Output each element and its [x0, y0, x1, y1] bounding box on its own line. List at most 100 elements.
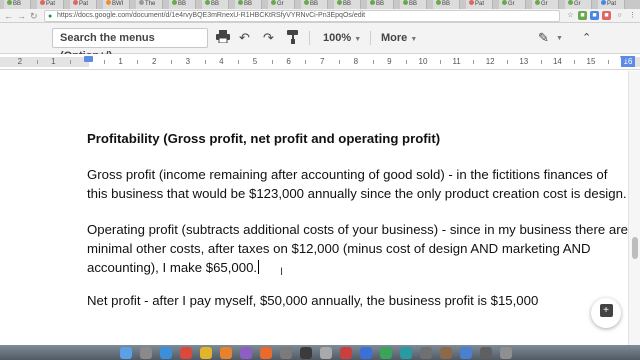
ruler-number: 4: [219, 57, 224, 66]
app-purple-icon[interactable]: [240, 347, 252, 359]
browser-tab[interactable]: BB: [235, 0, 262, 9]
app-orange-icon[interactable]: [220, 347, 232, 359]
finder-icon[interactable]: [120, 347, 132, 359]
browser-tab[interactable]: BB: [169, 0, 196, 9]
app-gray2-icon[interactable]: [420, 347, 432, 359]
more-button[interactable]: More ▼: [381, 30, 417, 48]
bookmark-star-icon[interactable]: ☆: [566, 11, 575, 20]
undo-icon[interactable]: ↶: [239, 30, 250, 46]
browser-tab[interactable]: Gr: [532, 0, 559, 9]
tab-label: The: [145, 1, 156, 7]
paint-format-icon[interactable]: [287, 30, 299, 48]
app-gray3-icon[interactable]: [480, 347, 492, 359]
tab-favicon-icon: [106, 0, 111, 5]
tab-favicon-icon: [139, 0, 144, 5]
more-label: More: [381, 32, 408, 44]
ruler-number: 3: [185, 57, 191, 66]
browser-tab[interactable]: Gr: [268, 0, 295, 9]
extension-icon[interactable]: ■: [590, 11, 599, 20]
chevron-down-icon: ▼: [354, 36, 362, 43]
app-green-icon[interactable]: [380, 347, 392, 359]
ruler-tick: [507, 60, 508, 64]
browser-tab[interactable]: BB: [202, 0, 229, 9]
ruler-tick: [137, 60, 139, 64]
explore-button[interactable]: +: [591, 298, 621, 328]
chevron-down-icon[interactable]: ▼: [556, 35, 563, 42]
tab-favicon-icon: [7, 0, 12, 5]
app-red-icon[interactable]: [340, 347, 352, 359]
ruler-tick: [473, 60, 475, 64]
browser-tab[interactable]: BB: [301, 0, 328, 9]
toolbar-divider: [309, 31, 310, 45]
app-blue2-icon[interactable]: [460, 347, 472, 359]
ruler: 2 1 1 2 3 4 5 6 7 8 9 10 11 12 13 14 15 16: [0, 54, 640, 70]
extension-icon[interactable]: ○: [615, 11, 624, 20]
app-yellow-icon[interactable]: [200, 347, 212, 359]
browser-tab[interactable]: Pat: [598, 0, 625, 9]
app-blue-icon[interactable]: [360, 347, 372, 359]
browser-tab[interactable]: BB: [400, 0, 427, 9]
browser-tab[interactable]: Pat: [37, 0, 64, 9]
redo-icon[interactable]: ↷: [263, 30, 274, 46]
ruler-number: 1: [51, 57, 56, 66]
tab-label: BB: [409, 1, 418, 7]
app-brown-icon[interactable]: [440, 347, 452, 359]
collapse-toolbar-icon[interactable]: ⌃: [582, 30, 591, 46]
browser-tab[interactable]: The: [136, 0, 163, 9]
browser-tab[interactable]: Pat: [466, 0, 493, 9]
tab-favicon-icon: [436, 0, 441, 5]
launchpad-icon[interactable]: [140, 347, 152, 359]
tab-label: Gr: [574, 1, 581, 7]
chrome-menu-icon[interactable]: ⋮: [628, 11, 637, 20]
chrome-icon[interactable]: [180, 347, 192, 359]
tab-label: BB: [310, 1, 319, 7]
forward-icon[interactable]: →: [17, 10, 26, 22]
address-bar: ← → ↻ ● https://docs.google.com/document…: [0, 9, 640, 23]
tab-favicon-icon: [469, 0, 474, 5]
app-lightgray-icon[interactable]: [320, 347, 332, 359]
back-icon[interactable]: ←: [4, 10, 13, 22]
ruler-number: 14: [552, 57, 562, 66]
app-gray-icon[interactable]: [280, 347, 292, 359]
ruler-tick: [204, 60, 206, 64]
app-teal-icon[interactable]: [400, 347, 412, 359]
reload-icon[interactable]: ↻: [30, 10, 38, 22]
zoom-select[interactable]: 100% ▼: [323, 30, 361, 48]
browser-tab[interactable]: BB: [367, 0, 394, 9]
editing-mode-pen-icon[interactable]: ✎: [538, 30, 549, 46]
firefox-icon[interactable]: [260, 347, 272, 359]
vertical-scrollbar[interactable]: [628, 71, 640, 345]
search-menus-button[interactable]: Search the menus (Option+/): [52, 28, 208, 62]
document-page[interactable]: Profitability (Gross profit, net profit …: [0, 71, 628, 345]
ruler-tick: [406, 60, 408, 64]
ruler-tick: [607, 60, 609, 64]
ruler-tick: [36, 60, 38, 64]
extension-icon[interactable]: ■: [578, 11, 587, 20]
browser-tab[interactable]: Gr: [565, 0, 592, 9]
extension-icon[interactable]: ■: [602, 11, 611, 20]
browser-tab[interactable]: BB: [4, 0, 31, 9]
tab-label: BB: [13, 1, 22, 7]
paragraph-line: Operating profit (subtracts additional c…: [87, 222, 628, 237]
paragraph-line-text: accounting), I make $65,000.: [87, 260, 258, 275]
tab-favicon-icon: [403, 0, 408, 5]
print-icon[interactable]: [216, 30, 230, 47]
browser-tab[interactable]: BB: [433, 0, 460, 9]
browser-tab[interactable]: BWI: [103, 0, 130, 9]
tab-label: BB: [211, 1, 220, 7]
tab-label: BB: [178, 1, 187, 7]
tab-favicon-icon: [502, 0, 507, 5]
app-gray4-icon[interactable]: [500, 347, 512, 359]
tab-label: Pat: [607, 1, 617, 7]
browser-tab[interactable]: BB: [334, 0, 361, 9]
url-field[interactable]: ● https://docs.google.com/document/d/1e4…: [44, 10, 560, 22]
ibeam-cursor-icon: I: [280, 266, 284, 278]
browser-tab[interactable]: Pat: [70, 0, 97, 9]
safari-icon[interactable]: [160, 347, 172, 359]
app-dark-icon[interactable]: [300, 347, 312, 359]
scrollbar-thumb[interactable]: [632, 237, 638, 259]
ruler-tick: [439, 60, 441, 64]
browser-tab[interactable]: Gr: [499, 0, 526, 9]
left-indent-marker[interactable]: [84, 56, 93, 62]
tab-label: BB: [376, 1, 385, 7]
